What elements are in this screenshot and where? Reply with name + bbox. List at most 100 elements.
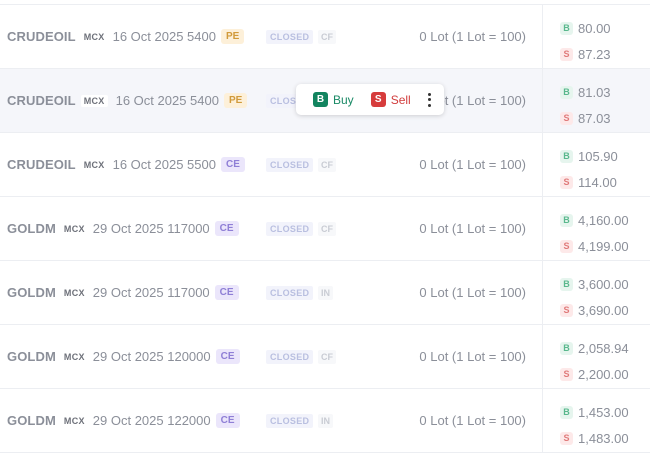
sell-icon: S	[560, 47, 573, 61]
column-divider	[542, 197, 543, 260]
buy-icon: B	[560, 213, 573, 227]
option-type-badge: CE	[220, 157, 245, 172]
sell-button-label: Sell	[390, 92, 411, 107]
column-divider	[542, 69, 543, 132]
expiry-strike: 29 Oct 2025 120000	[92, 349, 211, 364]
lot-info: 0 Lot (1 Lot = 100)	[419, 157, 526, 172]
table-row[interactable]: CRUDEOIL MCX 16 Oct 2025 5500 CE CLOSED …	[0, 133, 650, 197]
price-cell: B 2,058.94 S 2,200.00	[560, 335, 629, 387]
sell-price[interactable]: S 2,200.00	[560, 361, 629, 387]
sell-icon: S	[560, 303, 573, 317]
option-type-badge: CE	[215, 413, 240, 428]
symbol-name: GOLDM	[7, 413, 56, 428]
sell-price-value: 2,200.00	[578, 366, 629, 382]
expiry-strike: 16 Oct 2025 5400	[115, 93, 219, 108]
status-badge: CLOSED	[266, 30, 314, 44]
symbol-name: CRUDEOIL	[7, 157, 76, 172]
option-chain-list: CRUDEOIL MCX 16 Oct 2025 5400 PE CLOSED …	[0, 4, 650, 453]
buy-price[interactable]: B 2,058.94	[560, 335, 629, 361]
product-tag: CF	[318, 158, 336, 172]
sell-button[interactable]: S Sell	[370, 92, 411, 107]
buy-price[interactable]: B 4,160.00	[560, 207, 629, 233]
column-divider	[542, 133, 543, 196]
buy-icon: B	[560, 149, 573, 163]
buy-price-value: 81.03	[578, 84, 611, 100]
lot-info: 0 Lot (1 Lot = 100)	[419, 29, 526, 44]
more-vertical-icon[interactable]	[425, 91, 435, 109]
more-dot	[428, 92, 432, 96]
table-row[interactable]: GOLDM MCX 29 Oct 2025 117000 CE CLOSED C…	[0, 197, 650, 261]
sell-price[interactable]: S 87.23	[560, 41, 611, 67]
sell-price[interactable]: S 87.03	[560, 105, 611, 131]
exchange-badge: MCX	[83, 31, 105, 42]
sell-price-value: 3,690.00	[578, 302, 629, 318]
sell-icon: S	[560, 111, 573, 125]
instrument-cell: GOLDM MCX 29 Oct 2025 120000 CE	[7, 325, 240, 388]
exchange-badge: MCX	[63, 415, 85, 426]
buy-price-value: 4,160.00	[578, 212, 629, 228]
exchange-badge: MCX	[63, 351, 85, 362]
table-row[interactable]: CRUDEOIL MCX 16 Oct 2025 5400 PE CLOSED …	[0, 4, 650, 69]
option-type-badge: CE	[214, 221, 239, 236]
expiry-strike: 29 Oct 2025 122000	[92, 413, 211, 428]
instrument-cell: CRUDEOIL MCX 16 Oct 2025 5500 CE	[7, 133, 245, 196]
sell-icon: S	[560, 175, 573, 189]
buy-price[interactable]: B 105.90	[560, 143, 618, 169]
instrument-cell: GOLDM MCX 29 Oct 2025 117000 CE	[7, 261, 239, 324]
expiry-strike: 29 Oct 2025 117000	[92, 221, 210, 236]
sell-price-value: 87.23	[578, 46, 611, 62]
product-tag: IN	[318, 414, 333, 428]
lot-info: ot (1 Lot = 100)	[437, 93, 526, 108]
buy-button[interactable]: B Buy	[313, 92, 354, 107]
status-badge: CLOSED	[266, 158, 314, 172]
table-row[interactable]: GOLDM MCX 29 Oct 2025 117000 CE CLOSED I…	[0, 261, 650, 325]
buy-price-value: 1,453.00	[578, 404, 629, 420]
sell-price[interactable]: S 114.00	[560, 169, 618, 195]
status-badge: CLOSED	[266, 222, 314, 236]
sell-icon: S	[560, 239, 573, 253]
buy-price[interactable]: B 1,453.00	[560, 399, 629, 425]
price-cell: B 4,160.00 S 4,199.00	[560, 207, 629, 259]
buy-price[interactable]: B 3,600.00	[560, 271, 629, 297]
instrument-cell: CRUDEOIL MCX 16 Oct 2025 5400 PE	[7, 69, 248, 132]
symbol-name: CRUDEOIL	[7, 29, 76, 44]
exchange-badge: MCX	[83, 159, 105, 170]
sell-price[interactable]: S 1,483.00	[560, 425, 629, 451]
expiry-strike: 16 Oct 2025 5400	[112, 29, 216, 44]
buy-price[interactable]: B 81.03	[560, 79, 611, 105]
sell-icon: S	[560, 431, 573, 445]
instrument-cell: CRUDEOIL MCX 16 Oct 2025 5400 PE	[7, 5, 245, 68]
expiry-strike: 16 Oct 2025 5500	[112, 157, 216, 172]
symbol-name: CRUDEOIL	[7, 93, 76, 108]
price-cell: B 3,600.00 S 3,690.00	[560, 271, 629, 323]
sell-price-value: 87.03	[578, 110, 611, 126]
sell-price-value: 1,483.00	[578, 430, 629, 446]
buy-icon: B	[560, 21, 573, 35]
lot-info: 0 Lot (1 Lot = 100)	[419, 413, 526, 428]
lot-info: 0 Lot (1 Lot = 100)	[419, 349, 526, 364]
price-cell: B 80.00 S 87.23	[560, 15, 611, 67]
price-cell: B 105.90 S 114.00	[560, 143, 618, 195]
table-row[interactable]: GOLDM MCX 29 Oct 2025 120000 CE CLOSED C…	[0, 325, 650, 389]
option-type-badge: CE	[214, 285, 239, 300]
exchange-badge: MCX	[80, 94, 108, 107]
lot-info: 0 Lot (1 Lot = 100)	[419, 221, 526, 236]
buy-price-value: 105.90	[578, 148, 618, 164]
sell-icon: S	[370, 92, 386, 107]
table-row[interactable]: GOLDM MCX 29 Oct 2025 122000 CE CLOSED I…	[0, 389, 650, 453]
buy-price[interactable]: B 80.00	[560, 15, 611, 41]
symbol-name: GOLDM	[7, 221, 56, 236]
expiry-strike: 29 Oct 2025 117000	[92, 285, 210, 300]
buy-price-value: 3,600.00	[578, 276, 629, 292]
option-type-badge: CE	[215, 349, 240, 364]
row-action-bar: B Buy S Sell	[296, 84, 444, 115]
product-tag: IN	[318, 286, 333, 300]
sell-price[interactable]: S 3,690.00	[560, 297, 629, 323]
buy-button-label: Buy	[333, 92, 354, 107]
column-divider	[542, 325, 543, 388]
exchange-badge: MCX	[63, 223, 85, 234]
buy-icon: B	[560, 405, 573, 419]
sell-price[interactable]: S 4,199.00	[560, 233, 629, 259]
product-tag: CF	[318, 222, 336, 236]
sell-price-value: 4,199.00	[578, 238, 629, 254]
